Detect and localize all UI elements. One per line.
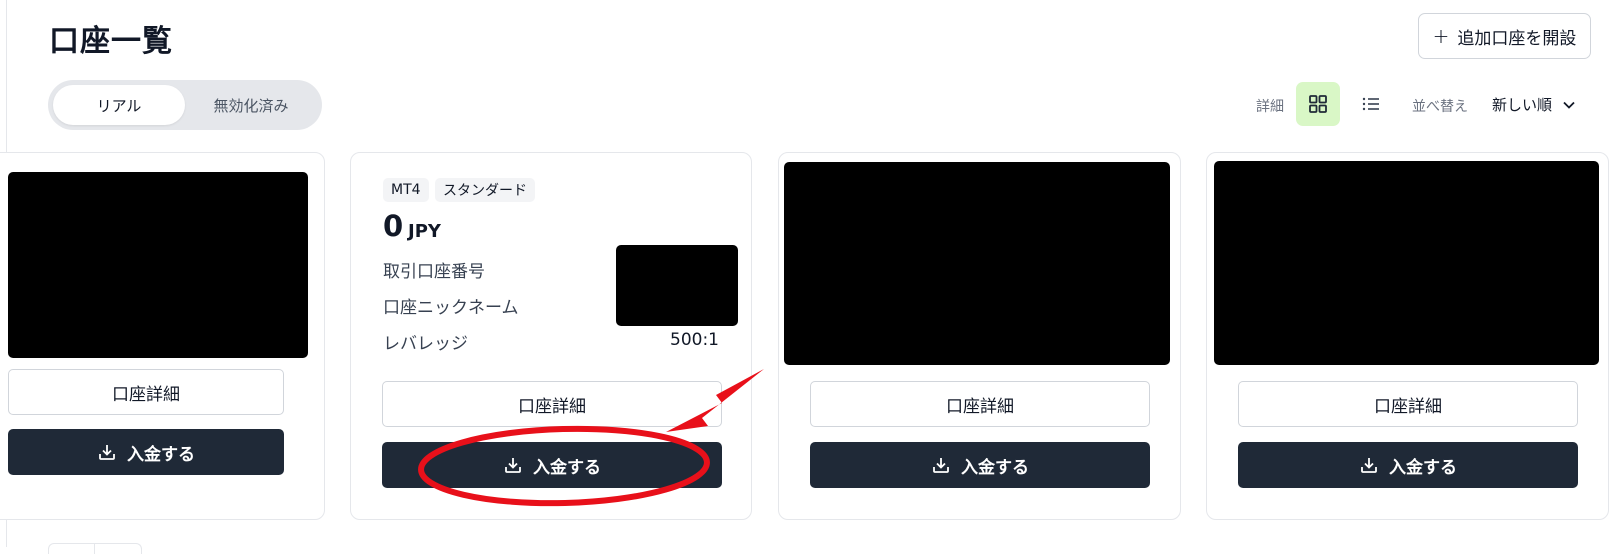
annotation-overlay xyxy=(418,369,764,507)
annotation-arrow xyxy=(666,369,764,432)
highlight-circle xyxy=(418,425,710,507)
